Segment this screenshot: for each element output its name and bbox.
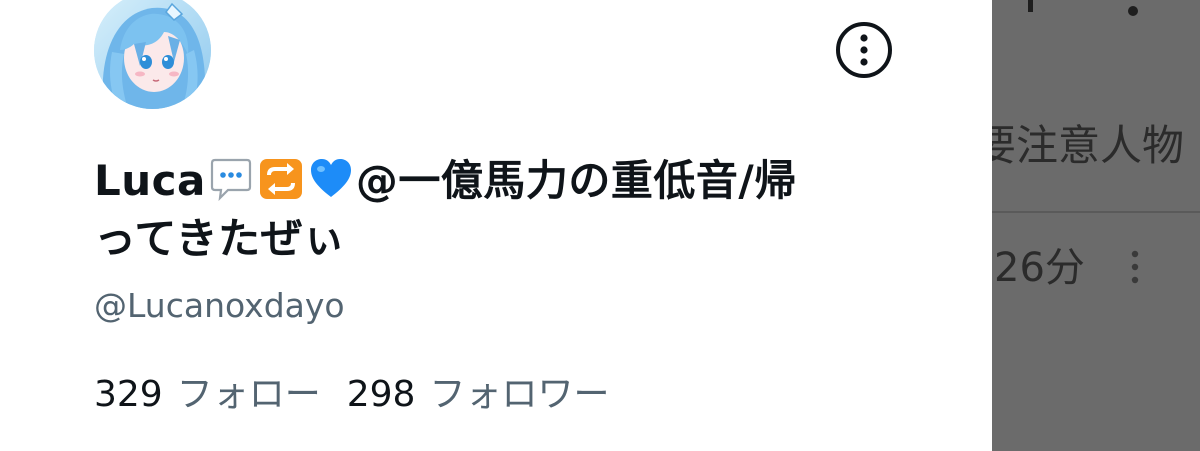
more-options-button[interactable] [835,21,893,79]
partial-top-glyphs [1028,0,1138,16]
screen: Luca @一億馬力の重低音/帰ってきたぜぃ @Lucanoxdayo 329 フ… [0,0,1200,451]
user-handle: @Lucanoxdayo [94,286,345,325]
repeat-emoji [258,157,304,201]
display-name: Luca @一億馬力の重低音/帰ってきたぜぃ [94,152,834,268]
followers-link[interactable]: 298 フォロワー [347,370,610,420]
following-count: 329 [94,374,163,415]
timeline-timestamp: 26分 [994,245,1085,291]
following-label: フォロー [176,374,321,415]
more-vertical-circle-icon [836,22,892,78]
avatar[interactable] [94,0,211,109]
following-link[interactable]: 329 フォロー [94,370,321,420]
follow-stats: 329 フォロー 298 フォロワー [94,370,635,420]
profile-drawer: Luca @一億馬力の重低音/帰ってきたぜぃ @Lucanoxdayo 329 フ… [0,0,992,451]
followers-label: フォロワー [429,374,610,415]
blue-heart-emoji [308,157,354,201]
timeline-list-title: 要注意人物 [992,121,1185,170]
avatar-image [94,0,211,109]
speech-balloon-emoji [208,157,254,201]
drawer-scrim[interactable]: 要注意人物 26分 [992,0,1200,451]
more-vertical-icon [1131,250,1139,284]
followers-count: 298 [346,374,416,415]
display-name-prefix: Luca [94,156,206,205]
timeline-divider [992,211,1200,213]
